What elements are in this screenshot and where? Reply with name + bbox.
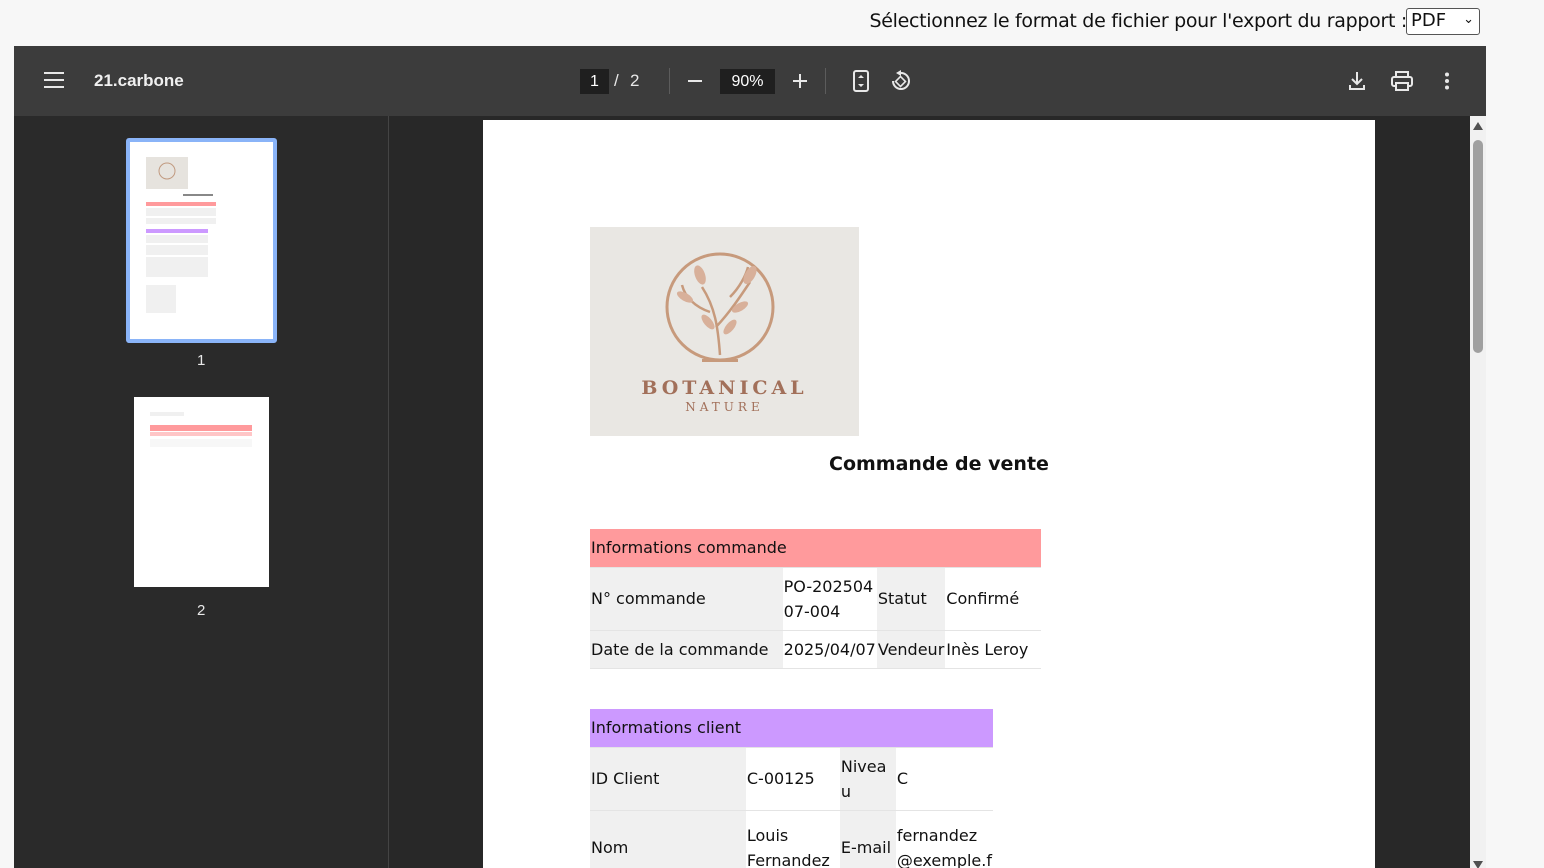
document-view: BOTANICAL NATURE Commande de vente Infor…	[390, 116, 1470, 868]
order-label-status: Statut	[876, 567, 946, 631]
print-icon	[1391, 71, 1413, 91]
client-info-table: Informations client ID Client C-00125 Ni…	[590, 709, 993, 868]
toolbar-divider	[825, 68, 826, 94]
export-format-value: PDF	[1411, 10, 1447, 31]
download-icon	[1349, 72, 1365, 90]
client-label-id: ID Client	[590, 747, 746, 811]
menu-icon[interactable]	[44, 72, 64, 88]
client-section-title: Informations client	[590, 709, 993, 748]
page-separator: /	[614, 71, 619, 90]
order-label-date: Date de la commande	[590, 630, 783, 669]
thumbnail-label-1: 1	[197, 352, 206, 369]
thumbnail-page-1-preview	[146, 157, 216, 313]
client-value-name: Louis Fernandez	[745, 810, 840, 868]
thumbnail-page-1[interactable]	[126, 138, 277, 343]
export-bar: Sélectionnez le format de fichier pour l…	[0, 0, 1544, 46]
print-button[interactable]	[1387, 66, 1417, 96]
logo-text-sub: NATURE	[685, 400, 764, 414]
pdf-viewer: 21.carbone 1 / 2 90% 1 2 BOTANICAL NATUR…	[14, 46, 1486, 868]
plus-icon	[793, 74, 807, 88]
fit-page-icon	[853, 70, 869, 92]
client-value-id: C-00125	[745, 747, 840, 811]
zoom-input[interactable]: 90%	[720, 69, 775, 94]
chevron-down-icon: ⌄	[1463, 12, 1474, 27]
thumbnail-label-2: 2	[197, 602, 206, 619]
scroll-up-arrow-icon[interactable]	[1473, 122, 1483, 130]
document-page: BOTANICAL NATURE Commande de vente Infor…	[483, 120, 1375, 868]
minus-icon	[688, 80, 702, 82]
client-label-level: Nivea u	[839, 747, 896, 811]
toolbar-divider	[669, 68, 670, 94]
order-value-date: 2025/04/07	[782, 630, 877, 669]
order-section-title: Informations commande	[590, 529, 1041, 568]
fit-page-button[interactable]	[846, 66, 876, 96]
export-format-select[interactable]: PDF ⌄	[1406, 8, 1480, 35]
thumbnail-page-2[interactable]	[134, 397, 269, 587]
order-value-status: Confirmé	[945, 567, 1041, 631]
order-label-seller: Vendeur	[876, 630, 946, 669]
page-total: 2	[630, 71, 640, 90]
thumbnail-page-2-preview	[150, 412, 252, 447]
document-heading: Commande de vente	[829, 453, 1049, 475]
logo-text-main: BOTANICAL	[641, 377, 808, 399]
rotate-icon	[892, 70, 910, 90]
client-label-name: Nom	[590, 810, 746, 868]
order-info-table: Informations commande N° commande PO-202…	[590, 529, 1041, 669]
more-options-button[interactable]	[1432, 66, 1462, 96]
zoom-out-button[interactable]	[680, 66, 710, 96]
page-number-input[interactable]: 1	[580, 69, 609, 94]
more-vert-icon	[1445, 72, 1449, 90]
order-label-number: N° commande	[590, 567, 783, 631]
scroll-down-arrow-icon[interactable]	[1473, 861, 1483, 868]
order-value-seller: Inès Leroy	[945, 630, 1041, 669]
client-value-level: C	[895, 747, 993, 811]
download-button[interactable]	[1342, 66, 1372, 96]
export-format-label: Sélectionnez le format de fichier pour l…	[869, 10, 1407, 32]
client-value-email: fernandez @exemple.f	[895, 810, 993, 868]
botanical-nature-logo: BOTANICAL NATURE	[590, 227, 859, 436]
scrollbar-thumb[interactable]	[1473, 140, 1483, 353]
rotate-button[interactable]	[886, 66, 916, 96]
client-label-email: E-mail	[839, 810, 896, 868]
thumbnail-sidebar: 1 2	[14, 116, 389, 868]
zoom-in-button[interactable]	[785, 66, 815, 96]
vertical-scrollbar[interactable]	[1470, 116, 1486, 868]
document-title: 21.carbone	[94, 71, 184, 90]
viewer-toolbar: 21.carbone 1 / 2 90%	[14, 46, 1486, 116]
order-value-number: PO-202504 07-004	[782, 567, 877, 631]
